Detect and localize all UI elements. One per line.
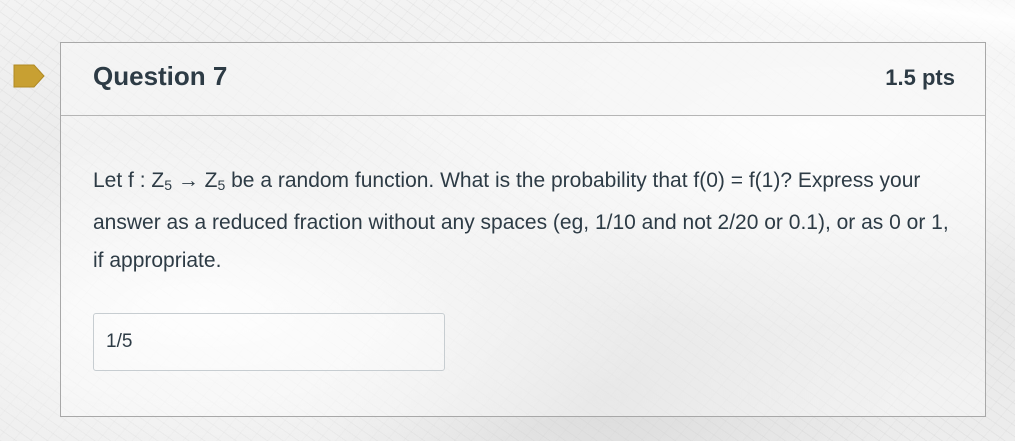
bookmark-flag-icon[interactable] [12,63,46,89]
question-text-intro: Let f : Z [93,169,165,192]
question-title: Question 7 [93,61,228,91]
question-text: Let f : Z5 → Z5 be a random function. Wh… [93,162,953,280]
answer-input[interactable] [93,313,445,371]
question-points: 1.5 pts [885,65,955,90]
question-card: Question 7 1.5 pts Let f : Z5 → Z5 be a … [60,42,986,417]
question-text-subscript-1: 5 [164,177,172,193]
question-text-arrow: → Z [172,169,218,192]
question-header: Question 7 1.5 pts [61,43,985,116]
